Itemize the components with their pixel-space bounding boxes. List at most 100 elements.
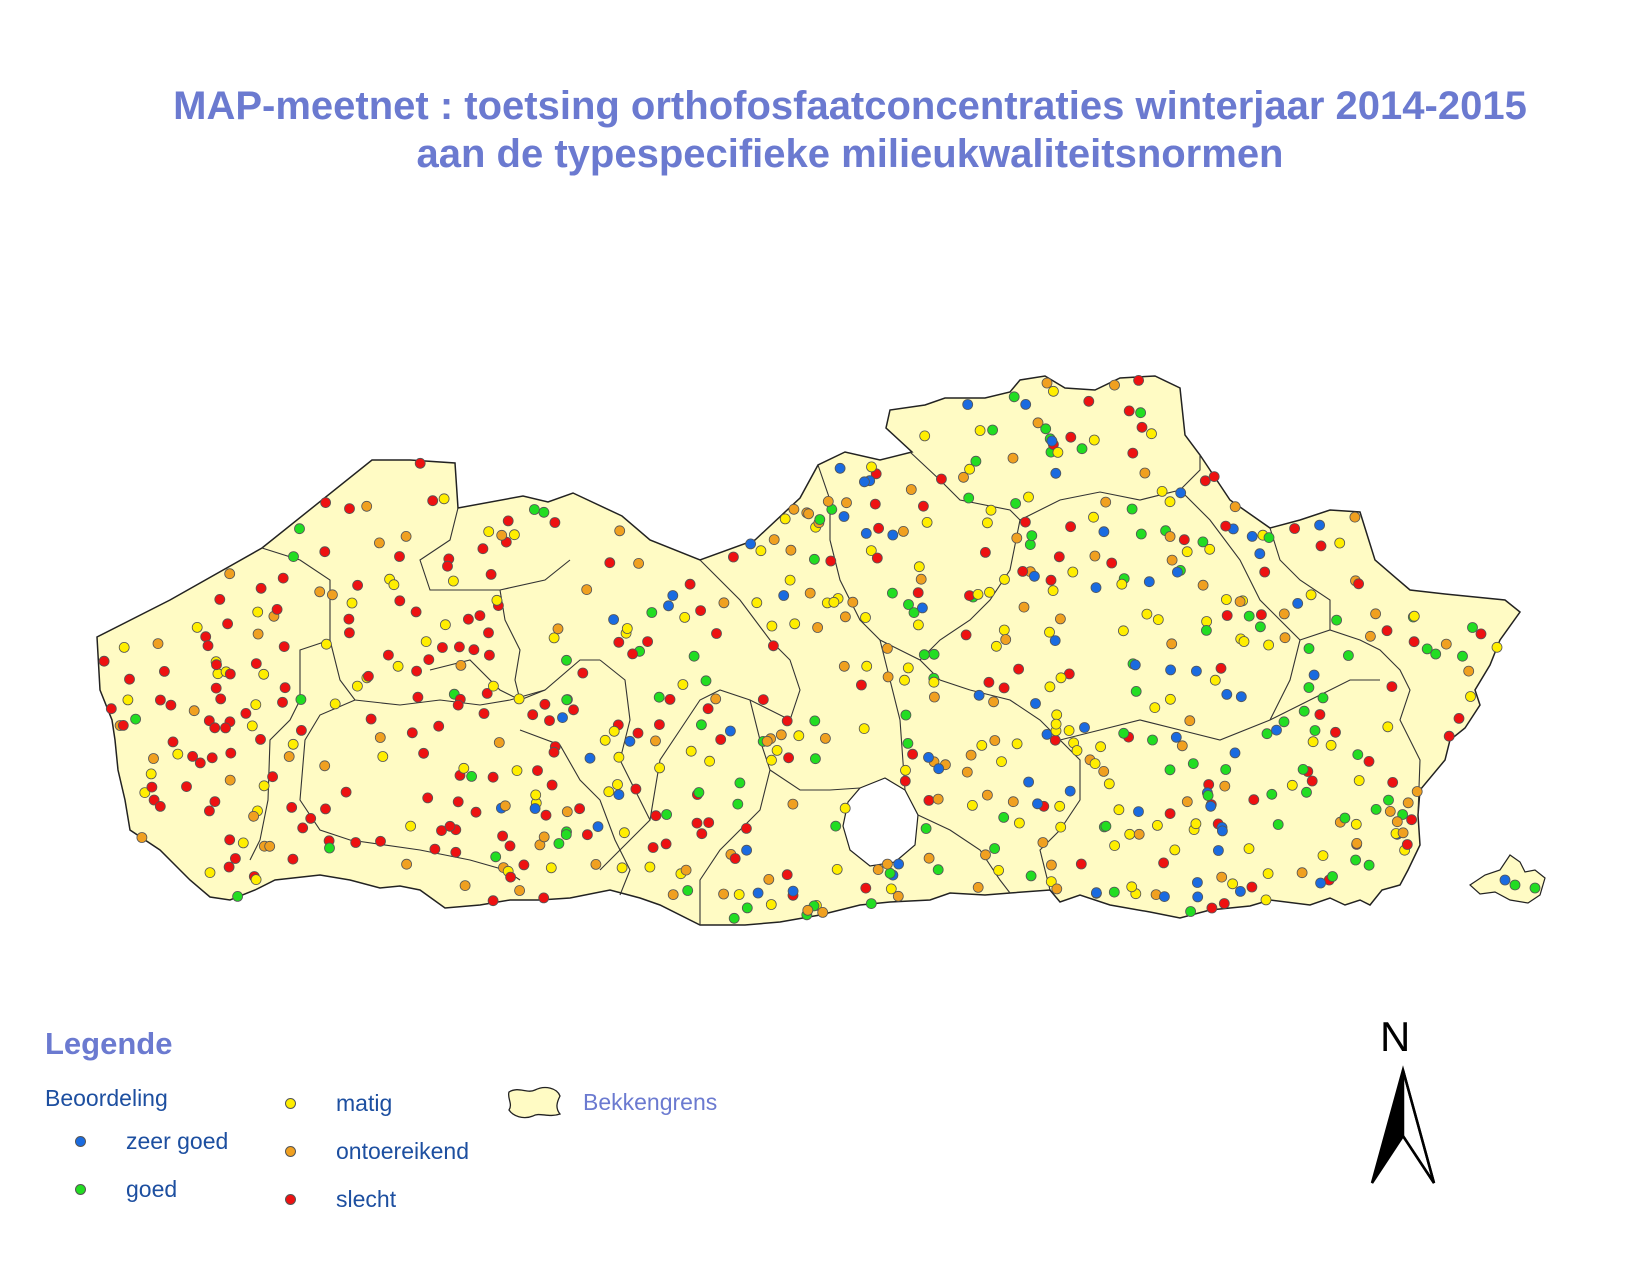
measurement-point xyxy=(993,865,1004,876)
measurement-point xyxy=(1353,775,1365,786)
measurement-point xyxy=(915,573,927,585)
legend-label-goed: goed xyxy=(126,1176,178,1202)
measurement-point xyxy=(893,858,904,870)
measurement-point xyxy=(1443,730,1455,742)
measurement-point xyxy=(929,691,940,703)
measurement-point xyxy=(882,643,893,654)
measurement-point xyxy=(1129,659,1141,671)
measurement-point xyxy=(871,552,883,564)
measurement-point xyxy=(1217,825,1228,837)
measurement-point xyxy=(840,611,851,623)
measurement-point xyxy=(923,795,935,806)
measurement-point xyxy=(1315,877,1326,889)
measurement-point xyxy=(1164,764,1176,776)
measurement-point xyxy=(788,503,800,515)
measurement-point xyxy=(172,748,184,760)
measurement-point xyxy=(406,727,418,739)
measurement-point xyxy=(860,882,872,894)
measurement-point xyxy=(1306,775,1318,787)
map-canvas xyxy=(96,374,1546,926)
measurement-point xyxy=(1067,566,1079,578)
measurement-point xyxy=(329,698,341,710)
measurement-point xyxy=(621,623,633,634)
measurement-point xyxy=(679,612,691,623)
measurement-point xyxy=(1045,574,1057,586)
measurement-point xyxy=(1221,610,1233,621)
north-arrow-icon xyxy=(1370,1065,1436,1184)
measurement-point xyxy=(224,668,236,680)
measurement-point xyxy=(1100,496,1112,508)
measurement-point xyxy=(375,835,386,847)
measurement-point xyxy=(146,781,158,793)
measurement-point xyxy=(1406,814,1417,826)
measurement-point xyxy=(1176,740,1188,752)
measurement-point xyxy=(288,551,299,562)
measurement-point xyxy=(130,713,142,725)
measurement-point xyxy=(761,735,773,747)
measurement-point xyxy=(154,801,166,812)
measurement-point xyxy=(923,852,935,864)
measurement-point xyxy=(590,859,602,870)
measurement-point xyxy=(1164,808,1176,819)
measurement-point xyxy=(485,569,497,580)
measurement-point xyxy=(552,623,564,635)
measurement-point xyxy=(1135,528,1147,540)
measurement-point xyxy=(377,751,389,762)
measurement-point xyxy=(974,425,986,436)
measurement-point xyxy=(1046,859,1057,871)
measurement-point xyxy=(250,874,262,885)
measurement-point xyxy=(1025,870,1037,882)
measurement-point xyxy=(560,829,572,840)
measurement-point xyxy=(294,523,305,535)
measurement-point xyxy=(696,828,708,840)
measurement-point xyxy=(680,864,692,876)
measurement-point xyxy=(1408,610,1420,622)
measurement-point xyxy=(582,829,593,841)
measurement-point xyxy=(918,500,929,512)
measurement-point xyxy=(487,680,499,692)
measurement-point xyxy=(755,545,767,557)
measurement-point xyxy=(423,654,435,665)
measurement-point xyxy=(1126,503,1138,515)
measurement-point xyxy=(1221,594,1232,605)
measurement-point xyxy=(527,709,539,721)
measurement-point xyxy=(326,589,338,601)
measurement-point xyxy=(976,740,988,751)
measurement-point xyxy=(223,861,235,873)
measurement-point xyxy=(1108,886,1120,898)
measurement-point xyxy=(1014,817,1025,829)
measurement-point xyxy=(538,892,550,904)
measurement-point xyxy=(1303,643,1315,654)
measurement-point xyxy=(1007,452,1019,464)
measurement-point xyxy=(873,522,884,534)
measurement-point xyxy=(545,862,557,874)
measurement-point xyxy=(1071,745,1083,756)
measurement-point xyxy=(858,723,870,734)
measurement-point xyxy=(1159,891,1170,902)
measurement-point xyxy=(232,891,244,902)
measurement-point xyxy=(344,503,355,515)
measurement-point xyxy=(860,528,872,539)
measurement-point xyxy=(487,771,499,783)
measurement-point xyxy=(283,751,295,762)
measurement-point xyxy=(305,813,317,824)
measurement-point xyxy=(427,495,439,507)
measurement-point xyxy=(784,574,796,586)
measurement-point xyxy=(1187,758,1199,769)
measurement-point xyxy=(688,650,700,662)
measurement-point xyxy=(684,578,696,590)
measurement-point xyxy=(581,584,593,595)
measurement-point xyxy=(1278,716,1290,728)
measurement-point xyxy=(1386,681,1398,692)
measurement-point xyxy=(787,885,799,897)
measurement-point xyxy=(209,722,221,734)
measurement-point xyxy=(613,636,625,648)
measurement-point xyxy=(1181,546,1193,558)
measurement-point xyxy=(841,497,852,509)
measurement-point xyxy=(838,660,850,672)
measurement-point xyxy=(1350,818,1362,830)
measurement-point xyxy=(1209,674,1221,686)
measurement-point xyxy=(965,749,977,761)
measurement-point xyxy=(1229,501,1241,513)
measurement-point xyxy=(696,719,707,731)
